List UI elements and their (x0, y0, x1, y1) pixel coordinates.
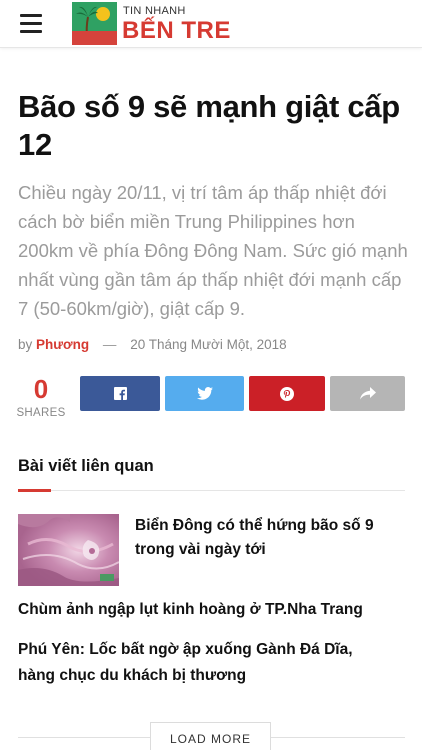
related-accent-bar (18, 489, 51, 492)
article-header: Bão số 9 sẽ mạnh giật cấp 12 Chiều ngày … (18, 88, 408, 323)
load-more-divider-left (18, 737, 150, 738)
related-thumbnail-image[interactable] (18, 514, 119, 586)
article-summary: Chiều ngày 20/11, vị trí tâm áp thấp nhi… (18, 182, 408, 319)
related-divider (18, 490, 405, 491)
meta-separator: — (102, 337, 117, 352)
hamburger-menu-icon[interactable] (20, 14, 42, 34)
related-post-title-3[interactable]: Phú Yên: Lốc bất ngờ ập xuống Gành Đá Dĩ… (18, 637, 393, 689)
related-post-title-1[interactable]: Biển Đông có thể hứng bão số 9 trong vài… (135, 514, 407, 562)
facebook-icon (113, 387, 127, 400)
load-more-divider-right (271, 737, 405, 738)
weather-map-image (18, 514, 119, 586)
twitter-icon (196, 387, 213, 400)
load-more-button[interactable]: LOAD MORE (150, 722, 271, 750)
menu-line (20, 22, 42, 25)
article-title: Bão số 9 sẽ mạnh giật cấp 12 (18, 89, 400, 162)
related-post-title-2[interactable]: Chùm ảnh ngập lụt kinh hoàng ở TP.Nha Tr… (18, 598, 408, 622)
menu-line (20, 14, 42, 17)
logo-main-text: BẾN TRE (122, 17, 231, 44)
share-counter: 0 SHARES (16, 375, 66, 419)
facebook-share-button[interactable] (80, 376, 160, 411)
author-link[interactable]: Phương (36, 337, 89, 352)
site-logo[interactable]: TIN NHANH BẾN TRE (72, 0, 232, 46)
share-arrow-icon (359, 387, 376, 400)
sun-shape (96, 7, 110, 21)
pinterest-share-button[interactable] (249, 376, 325, 411)
related-posts-heading: Bài viết liên quan (18, 457, 154, 475)
share-label: SHARES (16, 407, 66, 419)
share-more-button[interactable] (330, 376, 405, 411)
top-bar: TIN NHANH BẾN TRE (0, 0, 422, 48)
by-label: by (18, 337, 33, 352)
twitter-share-button[interactable] (165, 376, 244, 411)
article-meta: by Phương — 20 Tháng Mười Một, 2018 (18, 337, 287, 352)
pinterest-icon (280, 386, 294, 401)
menu-line (20, 30, 42, 33)
logo-ground (72, 31, 117, 45)
publish-date: 20 Tháng Mười Một, 2018 (130, 337, 287, 352)
logo-top-text: TIN NHANH (123, 5, 186, 17)
logo-badge-icon (72, 2, 117, 45)
share-count: 0 (33, 374, 49, 404)
